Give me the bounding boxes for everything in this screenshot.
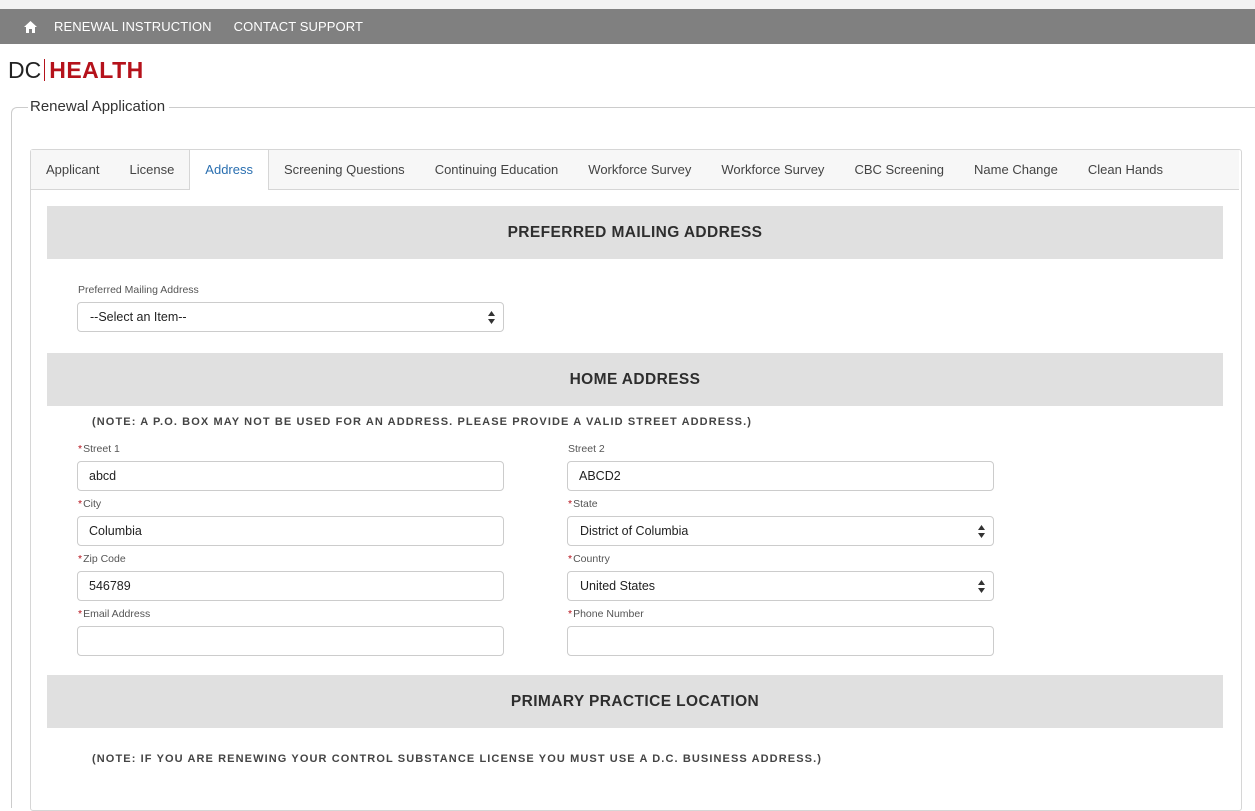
tab-address[interactable]: Address [189,150,269,190]
primary-practice-note: (NOTE: IF YOU ARE RENEWING YOUR CONTROL … [92,753,823,765]
state-label: *State [568,498,598,510]
phone-input[interactable] [567,626,994,656]
zip-label: *Zip Code [78,553,126,565]
select-arrows-icon [978,525,985,538]
state-select[interactable]: District of Columbia [567,516,994,546]
tab-applicant[interactable]: Applicant [31,150,114,189]
tab-screening-questions[interactable]: Screening Questions [269,150,420,189]
country-select[interactable]: United States [567,571,994,601]
preferred-mailing-label: Preferred Mailing Address [78,284,199,296]
tab-license[interactable]: License [114,150,189,189]
logo-health: HEALTH [49,57,144,83]
state-value: District of Columbia [580,524,689,538]
zip-input[interactable]: 546789 [77,571,504,601]
home-address-header: HOME ADDRESS [47,353,1223,406]
country-label: *Country [568,553,610,565]
tab-bar: Applicant License Address Screening Ques… [31,150,1239,190]
home-address-note: (NOTE: A P.O. BOX MAY NOT BE USED FOR AN… [92,416,752,428]
tab-clean-hands[interactable]: Clean Hands [1073,150,1178,189]
street1-input[interactable]: abcd [77,461,504,491]
city-input[interactable]: Columbia [77,516,504,546]
logo-dc: DC [8,57,42,83]
street1-label: *Street 1 [78,443,120,455]
tab-cbc-screening[interactable]: CBC Screening [839,150,959,189]
tab-workforce-survey-1[interactable]: Workforce Survey [573,150,706,189]
preferred-mailing-select[interactable]: --Select an Item-- [77,302,504,332]
email-label: *Email Address [78,608,151,620]
street2-label: Street 2 [568,443,605,455]
tab-workforce-survey-2[interactable]: Workforce Survey [706,150,839,189]
select-arrows-icon [488,311,495,324]
section-title: Renewal Application [28,98,170,115]
home-icon[interactable] [24,19,40,35]
phone-label: *Phone Number [568,608,644,620]
renewal-instruction-link[interactable]: RENEWAL INSTRUCTION [54,19,212,34]
street2-input[interactable]: ABCD2 [567,461,994,491]
tab-continuing-education[interactable]: Continuing Education [420,150,574,189]
country-value: United States [580,579,656,593]
logo-divider [44,59,46,81]
select-arrows-icon [978,580,985,593]
primary-practice-header: PRIMARY PRACTICE LOCATION [47,675,1223,728]
contact-support-link[interactable]: CONTACT SUPPORT [234,19,363,34]
preferred-mailing-value: --Select an Item-- [90,310,187,324]
city-label: *City [78,498,102,510]
dc-health-logo: DC HEALTH [8,55,144,85]
tab-name-change[interactable]: Name Change [959,150,1073,189]
top-nav-bar: RENEWAL INSTRUCTION CONTACT SUPPORT [0,0,1255,44]
preferred-mailing-header: PREFERRED MAILING ADDRESS [47,206,1223,259]
email-input[interactable] [77,626,504,656]
